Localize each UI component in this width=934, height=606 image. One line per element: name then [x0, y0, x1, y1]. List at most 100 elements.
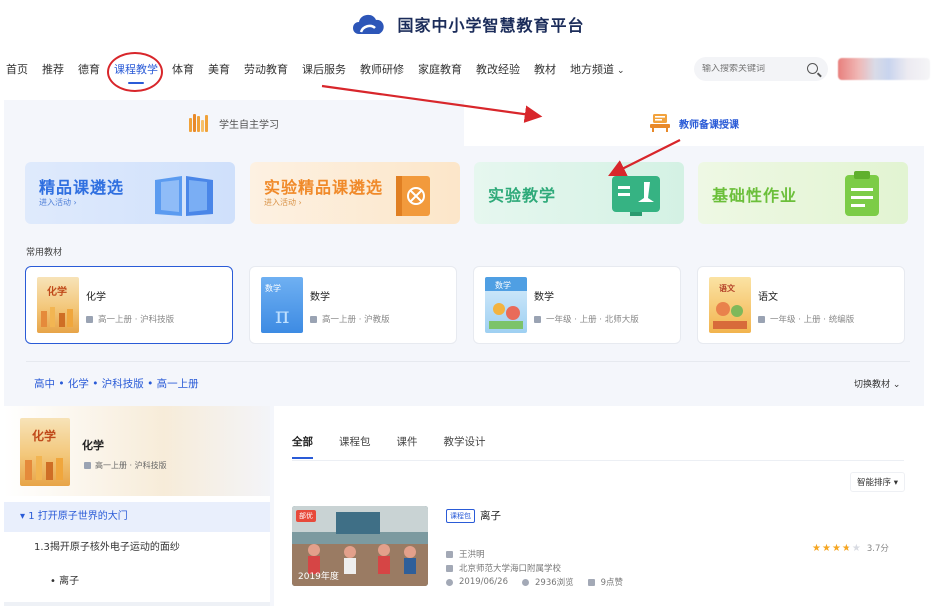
textbook-card-chemistry[interactable]: 化学 化学 高一上册 · 沪科技版 [25, 266, 233, 344]
resource-school: 北京师范大学海口附属学校 [446, 562, 561, 574]
resource-year: 2019年度 [298, 572, 339, 582]
book-meta-icon [310, 315, 317, 323]
card-title: 实验精品课遴选 [264, 178, 384, 197]
nav-item-recommend[interactable]: 推荐 [42, 61, 64, 77]
card-enter-link[interactable]: 进入活动 › [39, 197, 77, 208]
nav-item-course-teaching[interactable]: 课程教学 [114, 61, 158, 84]
card-experiment-quality-course[interactable]: 实验精品课遴选 进入活动 › [250, 162, 460, 224]
sort-dropdown[interactable]: 智能排序 ▾ [850, 472, 905, 492]
resource-teacher: 王洪明 [446, 548, 485, 560]
nav-item-arts[interactable]: 美育 [208, 61, 230, 77]
breadcrumb[interactable]: 高中 • 化学 • 沪科技版 • 高一上册 [34, 376, 199, 391]
svg-text:化学: 化学 [47, 285, 67, 298]
user-icon [446, 550, 453, 558]
star-icon: ★ [821, 542, 831, 554]
textbook-name: 化学 [86, 292, 106, 303]
switch-textbook-label: 切换教材 [854, 380, 891, 390]
school-name: 北京师范大学海口附属学校 [459, 564, 562, 574]
teacher-name: 王洪明 [459, 550, 485, 560]
books-icon [189, 114, 211, 132]
textbook-list: 化学 化学 高一上册 · 沪科技版 数学 π 数学 高一上册 · 沪教版 数学 … [4, 266, 924, 346]
award-badge: 部优 [296, 510, 316, 522]
resource-pane: 全部 课程包 课件 教学设计 智能排序 ▾ 部优 2019年度 课程包 离子 王… [274, 406, 924, 606]
textbook-meta-text: 一年级 · 上册 · 统编版 [770, 315, 855, 325]
textbook-card-math-primary[interactable]: 数学 数学 一年级 · 上册 · 北师大版 [473, 266, 681, 344]
card-experiment-teaching[interactable]: 实验教学 [474, 162, 684, 224]
chevron-down-icon: ▾ [893, 478, 898, 488]
textbook-name: 数学 [534, 292, 554, 303]
svg-text:数学: 数学 [265, 283, 281, 293]
book-cover: 数学 [485, 277, 527, 333]
thumbs-up-icon [587, 578, 595, 586]
card-basic-homework[interactable]: 基础性作业 [698, 162, 908, 224]
star-empty-icon: ★ [851, 542, 861, 554]
card-title: 基础性作业 [712, 186, 798, 205]
current-textbook-meta-text: 高一上册 · 沪科技版 [95, 461, 167, 470]
eye-icon [522, 578, 529, 586]
teacher-desk-icon [649, 113, 671, 133]
search-input[interactable] [702, 64, 802, 74]
resource-rating: ★ ★ ★ ★ ★ 3.7分 [812, 542, 889, 555]
main-nav: 首页 推荐 德育 课程教学 体育 美育 劳动教育 课后服务 教师研修 家庭教育 … [0, 48, 934, 92]
resource-title-row: 课程包 离子 [446, 508, 501, 523]
search-box[interactable] [694, 57, 828, 81]
resource-stats: 2019/06/26 2936浏览 9点赞 [446, 576, 623, 588]
nav-item-moral[interactable]: 德育 [78, 61, 100, 77]
tree-section-1-3[interactable]: 1.3揭开原子核外电子运动的面纱 [4, 538, 270, 558]
textbook-meta: 一年级 · 上册 · 北师大版 [534, 313, 639, 325]
card-quality-course[interactable]: 精品课遴选 进入活动 › [25, 162, 235, 224]
switch-textbook-button[interactable]: 切换教材 ⌄ [854, 377, 900, 390]
nav-item-textbooks[interactable]: 教材 [534, 61, 556, 77]
clipboard-icon [842, 170, 882, 222]
tree-lesson-ion[interactable]: • 离子 [4, 572, 270, 592]
resource-thumbnail[interactable]: 部优 2019年度 [292, 506, 428, 586]
user-avatar[interactable] [838, 58, 930, 80]
open-book-icon [151, 172, 217, 222]
nav-item-teacher-training[interactable]: 教师研修 [360, 61, 404, 77]
book-cover: 化学 [37, 277, 79, 333]
tab-courseware[interactable]: 课件 [397, 434, 418, 449]
flask-book-icon [394, 174, 434, 222]
search-icon[interactable] [807, 63, 818, 74]
view-count: 2936浏览 [535, 578, 574, 588]
tab-teacher-prep[interactable]: 教师备课授课 [464, 100, 924, 146]
tree-next-item[interactable] [4, 602, 270, 606]
textbook-meta: 一年级 · 上册 · 统编版 [758, 313, 854, 325]
textbook-meta-text: 高一上册 · 沪科技版 [98, 315, 175, 325]
like-count: 9点赞 [600, 578, 624, 588]
mode-tabs: 学生自主学习 教师备课授课 [4, 100, 924, 146]
resource-title[interactable]: 离子 [480, 508, 501, 523]
tab-all[interactable]: 全部 [292, 434, 313, 459]
school-icon [446, 564, 453, 572]
nav-item-after-school[interactable]: 课后服务 [302, 61, 346, 77]
tab-course-package[interactable]: 课程包 [339, 434, 371, 449]
sort-label: 智能排序 [857, 478, 892, 488]
textbook-card-math-high[interactable]: 数学 π 数学 高一上册 · 沪教版 [249, 266, 457, 344]
clock-icon [446, 578, 453, 586]
resource-item[interactable]: 部优 2019年度 课程包 离子 王洪明 北京师范大学海口附属学校 2019/0… [292, 506, 904, 606]
svg-text:π: π [275, 304, 289, 329]
tab-student-self-study[interactable]: 学生自主学习 [4, 100, 464, 146]
textbook-meta-text: 高一上册 · 沪教版 [322, 315, 390, 325]
resource-tabs: 全部 课程包 课件 教学设计 [292, 434, 486, 459]
resource-type-badge: 课程包 [446, 508, 475, 523]
nav-item-local-channel[interactable]: 地方频道 ⌄ [570, 61, 625, 77]
cloud-logo-icon [349, 8, 389, 40]
nav-item-labor[interactable]: 劳动教育 [244, 61, 288, 77]
tree-chapter-1[interactable]: ▾ 1 打开原子世界的大门 [4, 502, 270, 532]
nav-item-home[interactable]: 首页 [6, 61, 28, 77]
chapter-sidebar: 化学 化学 高一上册 · 沪科技版 ▾ 1 打开原子世界的大门 1.3揭开原子核… [4, 406, 270, 606]
publish-date: 2019/06/26 [459, 577, 508, 587]
course-panel: 学生自主学习 教师备课授课 精品课遴选 进入活动 › 实验精品课遴选 进入活动 … [4, 100, 924, 606]
book-cover: 语文 [709, 277, 751, 333]
nav-item-sports[interactable]: 体育 [172, 61, 194, 77]
star-icon: ★ [831, 542, 841, 554]
divider [292, 460, 904, 461]
textbook-card-chinese[interactable]: 语文 语文 一年级 · 上册 · 统编版 [697, 266, 905, 344]
card-enter-link[interactable]: 进入活动 › [264, 197, 302, 208]
tab-teaching-design[interactable]: 教学设计 [444, 434, 486, 449]
svg-text:化学: 化学 [32, 428, 56, 443]
nav-item-family[interactable]: 家庭教育 [418, 61, 462, 77]
nav-item-reform[interactable]: 教改经验 [476, 61, 520, 77]
book-meta-icon [758, 315, 765, 323]
